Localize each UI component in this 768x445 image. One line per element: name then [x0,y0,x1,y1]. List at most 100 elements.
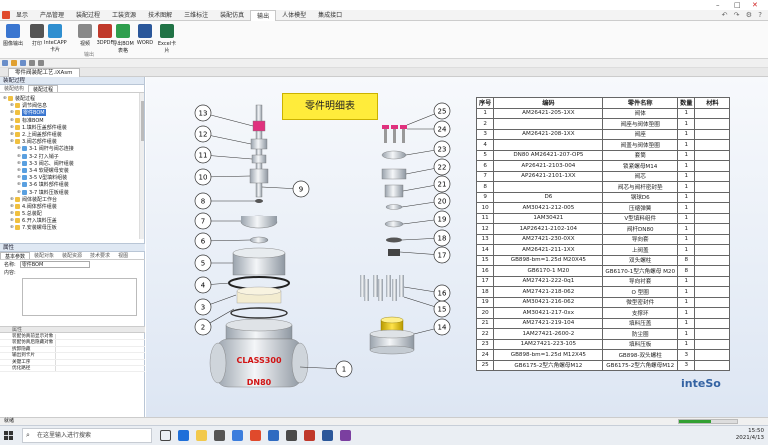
document-tab[interactable]: 零件阀装配工艺.iXAsm [8,68,80,77]
menu-item-6[interactable]: 装配仿真 [214,10,250,21]
table-row[interactable]: 14 AM26421-211-1XX 上阀盖 1 [475,244,731,256]
table-row[interactable]: 17 AM27421-222-0q1 导向衬套 1 [475,275,731,287]
table-row[interactable]: 24 GB898-bm=1.25d M12X45 GB898-双头螺柱 3 [475,349,731,361]
properties-tab-0[interactable]: 基本参数 [0,252,31,260]
table-row[interactable]: 23 1AM27421-223-105 填料压板 1 [475,338,731,350]
table-row[interactable]: 15 GB898-bm=1.25d M20X45 双头螺柱 8 [475,254,731,266]
table-row[interactable]: 21 AM27421-219-104 填料压盖 1 [475,317,731,329]
edge-icon[interactable] [178,430,189,441]
ribbon-button-0[interactable]: 图像输出 [2,24,24,47]
app-icon-4[interactable] [304,430,315,441]
table-row[interactable]: 8 阀芯与阀杆密封垫 1 [475,181,731,193]
panel-tab-0[interactable]: 装配结构 [0,85,28,92]
undo-icon[interactable] [29,60,35,66]
menu-item-7[interactable]: 输出 [250,9,277,21]
app-icon-2[interactable] [268,430,279,441]
table-row[interactable]: 3 AM26421-208-1XX 阀座 1 [475,128,731,140]
minimize-icon[interactable]: – [716,1,720,9]
tree-item[interactable]: ⊕ 2.上阀盖部件组装 [3,131,144,138]
table-row[interactable]: 18 AM27421-218-062 O 型圈 1 [475,286,731,298]
open-icon[interactable] [11,60,17,66]
tree-item[interactable]: ⊕ 零件BOM [3,109,144,117]
tree-item[interactable]: ⊕ 5.总装配 [3,210,144,217]
tree-item[interactable]: ⊕ 调节阀信息 [3,102,144,109]
ribbon-button-5[interactable]: 导出BOM表格 [112,24,134,54]
menu-item-8[interactable]: 人体模型 [276,10,312,21]
menu-item-9[interactable]: 集成接口 [312,10,348,21]
tree-item[interactable]: ⊕ 4.阀体部件组装 [3,203,144,210]
tree-item[interactable]: ⊕ 3-6 填料部件组装 [3,181,144,188]
table-row[interactable]: 12 1AP26421-2102-104 阀杆DN80 1 [475,223,731,235]
taskbar-search[interactable]: 在这里输入进行搜索 [22,428,152,443]
tree-item[interactable]: ⊕ 阀体装配工作台 [3,196,144,203]
app-icon-3[interactable] [286,430,297,441]
tree-item[interactable]: ⊕ 装配过程 [3,95,144,102]
table-row[interactable]: 13 AM27421-230-0XX 导向套 1 [475,233,731,245]
menu-item-5[interactable]: 三维标注 [178,10,214,21]
menu-item-1[interactable]: 产品管理 [34,10,70,21]
table-row[interactable]: 19 AM30421-216-062 微型密封件 1 [475,296,731,308]
app-logo-icon[interactable] [2,11,10,19]
table-row[interactable]: 10 AM30421-212-005 压缩弹簧 1 [475,202,731,214]
menu-right-icons[interactable]: ↶ ↷ ⚙ ? [722,11,764,19]
tree-item[interactable]: ⊕ 6.开入填料压盖 [3,217,144,224]
table-row[interactable]: 25 GB6175-2型六角螺母M12 GB6175-2型六角螺母M12 3 [475,359,731,371]
ribbon-button-2[interactable]: InteCAPP卡片 [44,24,67,53]
properties-tab-2[interactable]: 装配资源 [58,252,86,259]
table-row[interactable]: 16 GB6170-1 M20 GB6170-1型六角螺母 M20 8 [475,265,731,277]
table-cell: 1 [677,244,696,256]
table-row[interactable]: 2 阀座与阀体垫圈 1 [475,118,731,130]
new-icon[interactable] [2,60,8,66]
save-icon[interactable] [20,60,26,66]
explorer-icon[interactable] [196,430,207,441]
tree-item[interactable]: ⊕ 3-3 阀芯、阀杆组装 [3,160,144,167]
table-row[interactable]: 20 AM30421-217-0xx 支撑环 1 [475,307,731,319]
3d-canvas[interactable]: CLASS300 DN80 1 2 3 4 5 6 7 8 9 10 11 12 13 14 15 16 17 1… [146,77,768,417]
app-icon-1[interactable] [250,430,261,441]
menu-item-0[interactable]: 显示 [10,10,34,21]
menu-item-3[interactable]: 工装资源 [106,10,142,21]
redo-icon[interactable] [38,60,44,66]
store-icon[interactable] [214,430,225,441]
tree-scrollbar[interactable] [139,93,144,239]
panel-tab-1[interactable]: 装配过程 [28,85,59,93]
ribbon-button-6[interactable]: WORD [134,24,156,46]
tree-item[interactable]: ⊕ 3-5 V型填料组装 [3,174,144,181]
ribbon-button-3[interactable]: 视频 [74,24,96,47]
close-icon[interactable]: ✕ [752,1,758,9]
properties-tab-4[interactable]: 视图 [114,252,132,259]
system-clock[interactable]: 15:50 2021/4/13 [736,428,764,442]
tree-item[interactable]: ⊕ 3-7 填料压板组装 [3,188,144,196]
ribbon-button-7[interactable]: Excel卡片 [156,24,178,54]
attr-row[interactable]: 优化路径 [0,365,145,373]
name-field[interactable]: 零件BOM [19,261,90,268]
table-row[interactable]: 6 AP26421-2103-004 锁紧螺母M14 1 [475,160,731,172]
word-icon[interactable] [322,430,333,441]
tree-item[interactable]: ⊕ 3-1 阀杆与阀芯连接 [3,145,144,152]
tree-item[interactable]: ⊕ 7.安装螺母压板 [3,224,144,231]
mail-icon[interactable] [232,430,243,441]
properties-tab-3[interactable]: 技术要求 [86,252,114,259]
table-row[interactable]: 11 1AM30421 V型填料组件 1 [475,212,731,224]
table-row[interactable]: 4 阀盖与阀体垫圈 1 [475,139,731,151]
app-icon-5[interactable] [340,430,351,441]
table-row[interactable]: 7 AP26421-2101-1XX 阀芯 1 [475,170,731,182]
table-row[interactable]: 22 1AM27421-2600-2 防尘圈 1 [475,328,731,340]
menu-item-4[interactable]: 技术图解 [142,10,178,21]
attr-section-header[interactable]: 属性 [0,326,145,333]
properties-tab-1[interactable]: 装配对象 [30,252,58,259]
tree-item[interactable]: ⊕ 1.填料压盖部件组装 [3,124,144,131]
tree-item[interactable]: ⊕ 3-4 软硬螺母安装 [3,167,144,174]
windows-start-icon[interactable] [4,431,13,440]
maximize-icon[interactable]: □ [734,1,741,9]
content-textarea[interactable] [22,278,137,316]
tree-item[interactable]: ⊕ 3-2 打入销子 [3,153,144,160]
menu-item-2[interactable]: 装配过程 [70,10,106,21]
table-row[interactable]: 1 AM26421-205-1XX 阀体 1 [475,107,731,119]
task-view-icon[interactable] [160,430,171,441]
tree-item[interactable]: ⊕ 3.阀芯部件组装 [3,138,144,145]
bonnet-assembly [360,125,415,355]
table-row[interactable]: 9 D6 钢球D6 1 [475,191,731,203]
table-row[interactable]: 5 DN80 AM26421-207-OP5 套筒 1 [475,149,731,161]
tree-item[interactable]: ⊕ 标准BOM [3,117,144,124]
